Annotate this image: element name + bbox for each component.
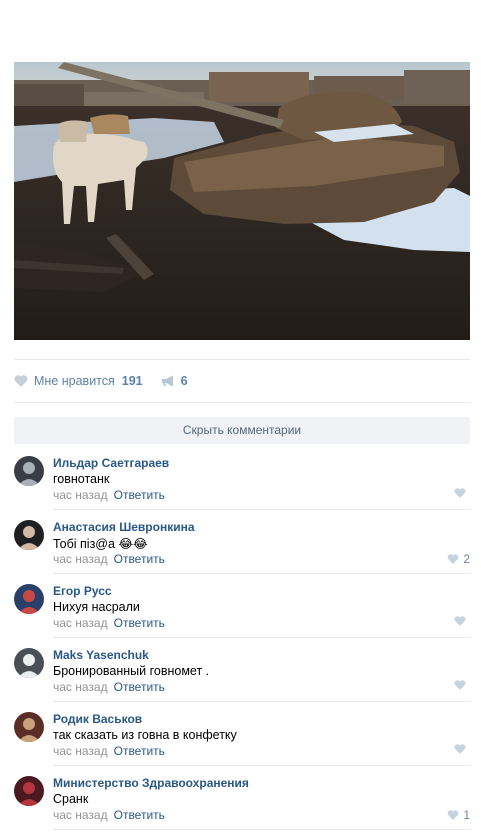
comment-author[interactable]: Министерство Здравоохранения xyxy=(53,776,249,790)
comment-meta: час назад Ответить xyxy=(53,616,165,630)
avatar[interactable] xyxy=(14,584,44,614)
comment-divider xyxy=(53,701,470,702)
avatar-photo-icon xyxy=(14,712,44,742)
comment: Родик Васьков так сказать из говна в конф… xyxy=(14,712,470,776)
comment-author[interactable]: Родик Васьков xyxy=(53,712,142,726)
comment: Анастасия Шевронкина Тобі піз@а 😂😂 час наз… xyxy=(14,520,470,584)
comment-text: Нихуя насрали xyxy=(53,600,140,614)
comment-divider xyxy=(53,637,470,638)
comment-time[interactable]: час назад xyxy=(53,488,108,502)
comment-meta: час назад Ответить xyxy=(53,488,165,502)
heart-icon xyxy=(447,554,459,564)
post-divider xyxy=(14,359,470,360)
avatar[interactable] xyxy=(14,648,44,678)
megaphone-icon xyxy=(161,375,173,387)
comment-divider xyxy=(53,509,470,510)
comment: Ильдар Саетгараев говнотанк час назад Ответ… xyxy=(14,456,470,520)
comment-like-button[interactable]: 2 xyxy=(447,552,470,566)
comment-like-count: 1 xyxy=(463,808,470,822)
comment-like-button[interactable] xyxy=(454,616,470,626)
comment-text-body: Нихуя насрали xyxy=(53,600,140,614)
comment-author[interactable]: Ильдар Саетгараев xyxy=(53,456,169,470)
avatar[interactable] xyxy=(14,776,44,806)
comment: Егор Русс Нихуя насрали час назад Ответить xyxy=(14,584,470,648)
heart-icon xyxy=(447,810,459,820)
comment-divider xyxy=(53,573,470,574)
comment-text-body: Бронированный говномет . xyxy=(53,664,210,678)
photo-tank-in-yard xyxy=(14,62,470,340)
hide-comments-button[interactable]: Скрыть комментарии xyxy=(14,417,470,444)
avatar[interactable] xyxy=(14,456,44,486)
actions-divider xyxy=(14,402,470,403)
comment-time[interactable]: час назад xyxy=(53,680,108,694)
like-button[interactable]: Мне нравится 191 xyxy=(14,374,143,388)
avatar-photo-icon xyxy=(14,520,44,550)
comment-text-body: Сранк xyxy=(53,792,89,806)
reply-button[interactable]: Ответить xyxy=(114,744,165,758)
comment-like-button[interactable] xyxy=(454,488,470,498)
heart-icon xyxy=(454,744,466,754)
heart-icon xyxy=(454,488,466,498)
comment: Maks Yasenchuk Бронированный говномет . ча… xyxy=(14,648,470,712)
like-label: Мне нравится xyxy=(34,374,115,388)
reply-button[interactable]: Ответить xyxy=(114,552,165,566)
avatar[interactable] xyxy=(14,520,44,550)
heart-icon xyxy=(14,375,28,387)
share-button[interactable]: 6 xyxy=(161,374,188,388)
comment-like-count: 2 xyxy=(463,552,470,566)
reply-button[interactable]: Ответить xyxy=(114,680,165,694)
post-actions: Мне нравится 191 6 xyxy=(14,372,188,390)
avatar[interactable] xyxy=(14,712,44,742)
comment-text-body: Тобі піз@а xyxy=(53,537,115,551)
comment-time[interactable]: час назад xyxy=(53,744,108,758)
share-count: 6 xyxy=(180,374,188,388)
comment-like-button[interactable]: 1 xyxy=(447,808,470,822)
heart-icon xyxy=(454,680,466,690)
comment-author[interactable]: Анастасия Шевронкина xyxy=(53,520,195,534)
comment-text-body: говнотанк xyxy=(53,472,110,486)
comment-divider xyxy=(53,765,470,766)
comment-meta: час назад Ответить xyxy=(53,680,165,694)
reply-button[interactable]: Ответить xyxy=(114,488,165,502)
avatar-photo-icon xyxy=(14,456,44,486)
comment: Министерство Здравоохранения Сранк час наз… xyxy=(14,776,470,834)
avatar-photo-icon xyxy=(14,584,44,614)
reply-button[interactable]: Ответить xyxy=(114,616,165,630)
heart-icon xyxy=(454,616,466,626)
comment-author[interactable]: Егор Русс xyxy=(53,584,112,598)
comment-meta: час назад Ответить xyxy=(53,808,165,822)
comment-text-body: так сказать из говна в конфетку xyxy=(53,728,237,742)
post-photo[interactable] xyxy=(14,62,470,340)
avatar-photo-icon xyxy=(14,776,44,806)
comment-meta: час назад Ответить xyxy=(53,552,165,566)
comment-text: Тобі піз@а 😂😂 xyxy=(53,536,148,551)
reply-button[interactable]: Ответить xyxy=(114,808,165,822)
comment-text: Сранк xyxy=(53,792,88,806)
comment-emoji: 😂😂 xyxy=(118,537,148,551)
avatar-photo-icon xyxy=(14,648,44,678)
comment-meta: час назад Ответить xyxy=(53,744,165,758)
like-count: 191 xyxy=(121,374,143,388)
comment-text: так сказать из говна в конфетку xyxy=(53,728,237,742)
comment-author[interactable]: Maks Yasenchuk xyxy=(53,648,149,662)
comment-time[interactable]: час назад xyxy=(53,616,108,630)
comment-like-button[interactable] xyxy=(454,744,470,754)
comment-time[interactable]: час назад xyxy=(53,808,108,822)
comment-like-button[interactable] xyxy=(454,680,470,690)
comment-text: говнотанк xyxy=(53,472,109,486)
comment-text: Бронированный говномет . xyxy=(53,664,209,678)
comment-divider xyxy=(53,829,470,830)
comment-time[interactable]: час назад xyxy=(53,552,108,566)
